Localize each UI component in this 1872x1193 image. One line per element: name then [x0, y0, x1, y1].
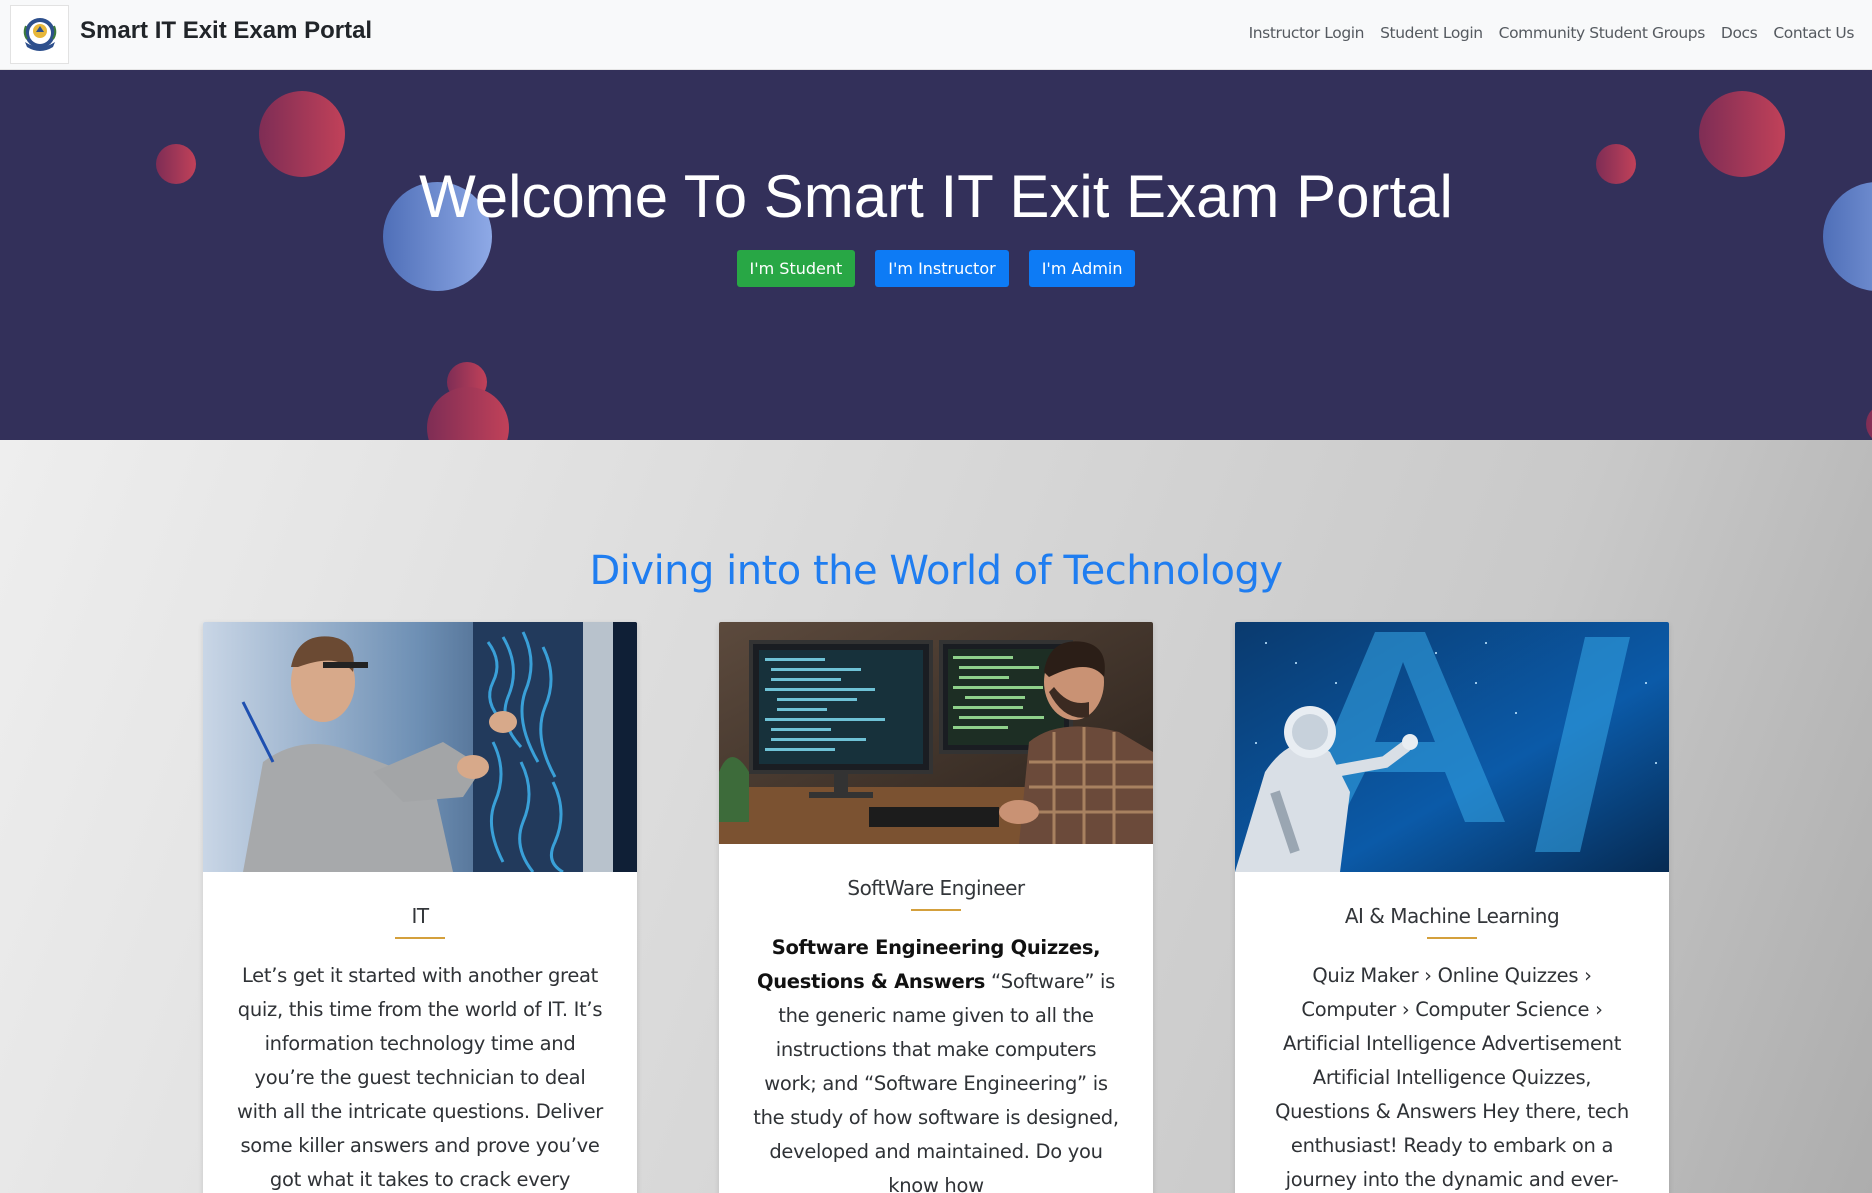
nav-contact-us[interactable]: Contact Us — [1773, 24, 1854, 42]
im-student-button[interactable]: I'm Student — [736, 250, 856, 287]
card-title-software-engineer: SoftWare Engineer — [847, 876, 1025, 900]
decorative-bubble — [427, 387, 509, 440]
ai-robot-image — [1235, 622, 1669, 872]
nav-docs[interactable]: Docs — [1721, 24, 1758, 42]
card-it[interactable]: IT Let’s get it started with another gre… — [203, 622, 637, 1193]
card-text-it: Let’s get it started with another great … — [236, 964, 604, 1191]
brand-logo[interactable] — [10, 5, 69, 64]
university-seal-icon — [23, 17, 56, 51]
im-admin-button[interactable]: I'm Admin — [1028, 250, 1136, 287]
card-title-ai-machine-learning: AI & Machine Learning — [1344, 904, 1560, 928]
hero-buttons: I'm Student I'm Instructor I'm Admin — [0, 250, 1872, 287]
nav-links: Instructor Login Student Login Community… — [1249, 24, 1855, 42]
brand-title[interactable]: Smart IT Exit Exam Portal — [80, 17, 372, 45]
card-text-ai-machine-learning: Quiz Maker › Online Quizzes › Computer ›… — [1275, 964, 1629, 1191]
technology-section: Diving into the World of Technology IT L… — [0, 440, 1872, 1193]
card-text-body: “Software” is the generic name given to … — [753, 970, 1119, 1193]
title-underline — [395, 937, 445, 939]
hero-banner: Welcome To Smart IT Exit Exam Portal I'm… — [0, 70, 1872, 440]
title-underline — [1427, 937, 1477, 939]
card-software-engineer[interactable]: SoftWare Engineer Software Engineering Q… — [719, 622, 1153, 1193]
software-engineer-image — [719, 622, 1153, 844]
decorative-bubble — [1866, 404, 1872, 440]
nav-student-login[interactable]: Student Login — [1380, 24, 1483, 42]
im-instructor-button[interactable]: I'm Instructor — [875, 250, 1009, 287]
nav-community-student-groups[interactable]: Community Student Groups — [1499, 24, 1706, 42]
it-technician-image — [203, 622, 637, 872]
hero-title: Welcome To Smart IT Exit Exam Portal — [419, 163, 1453, 230]
card-title-it: IT — [411, 904, 429, 928]
top-navbar: Smart IT Exit Exam Portal Instructor Log… — [0, 0, 1872, 70]
title-underline — [911, 909, 961, 911]
card-ai-machine-learning[interactable]: AI & Machine Learning Quiz Maker › Onlin… — [1235, 622, 1669, 1193]
card-text-software-engineer: Software Engineering Quizzes, Questions … — [719, 931, 1153, 1193]
nav-instructor-login[interactable]: Instructor Login — [1249, 24, 1365, 42]
section-title: Diving into the World of Technology — [589, 548, 1283, 594]
